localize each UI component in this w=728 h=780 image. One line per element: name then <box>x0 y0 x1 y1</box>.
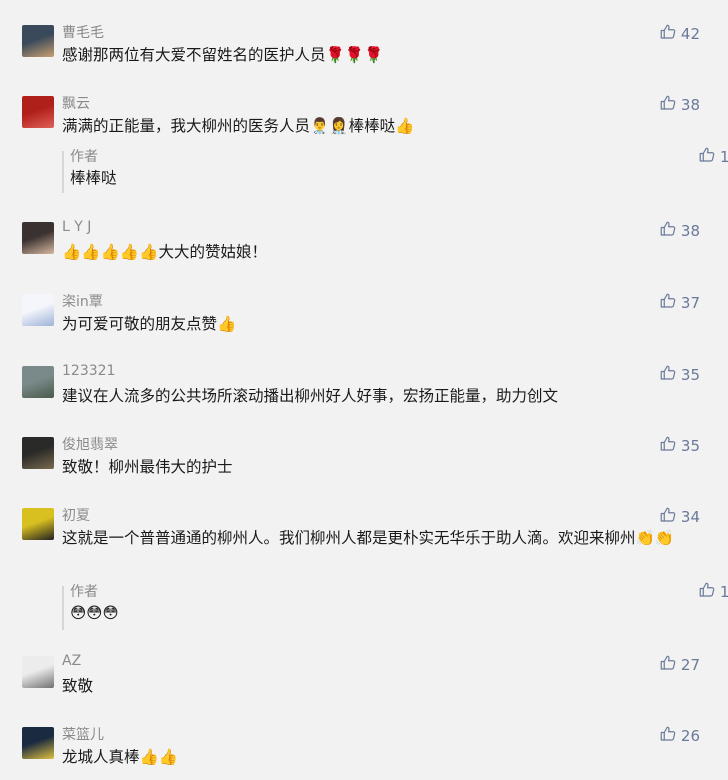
author-reply: 作者 棒棒哒 13 <box>62 147 728 193</box>
comment-text: 致敬 <box>62 677 94 695</box>
like-count: 27 <box>680 656 700 674</box>
comment-author[interactable]: 123321 <box>62 363 115 379</box>
author-reply: 作者 😳😳😳 10 <box>62 582 728 630</box>
avatar[interactable] <box>22 508 54 540</box>
reply-text: 棒棒哒 <box>70 169 117 187</box>
like-button[interactable]: 35 <box>659 364 700 386</box>
comment-text: 致敬！柳州最伟大的护士 <box>62 458 233 476</box>
like-button[interactable]: 38 <box>659 94 700 116</box>
like-count: 13 <box>719 148 728 166</box>
like-count: 35 <box>680 437 700 455</box>
like-button[interactable]: 10 <box>698 581 728 603</box>
thumb-up-icon <box>659 220 677 242</box>
like-button[interactable]: 38 <box>659 220 700 242</box>
comment-list: 曹毛毛 感谢那两位有大爱不留姓名的医护人员🌹🌹🌹 42 飘云 满满的正能量，我大… <box>0 0 728 780</box>
like-button[interactable]: 35 <box>659 435 700 457</box>
thumb-up-icon <box>698 581 716 603</box>
like-count: 38 <box>680 222 700 240</box>
comment-author[interactable]: 曹毛毛 <box>62 22 104 42</box>
thumb-up-icon <box>659 654 677 676</box>
comment-author[interactable]: AZ <box>62 653 81 669</box>
thumb-up-icon <box>659 506 677 528</box>
like-button[interactable]: 37 <box>659 292 700 314</box>
comment-text: 👍👍👍👍👍大大的赞姑娘！ <box>62 243 267 261</box>
like-button[interactable]: 34 <box>659 506 700 528</box>
avatar[interactable] <box>22 294 54 326</box>
like-count: 42 <box>680 25 700 43</box>
comment-author[interactable]: 初夏 <box>62 505 90 525</box>
comment-text: 这就是一个普普通通的柳州人。我们柳州人都是更朴实无华乐于助人滴。欢迎来柳州👏👏 <box>62 529 675 547</box>
comment-text: 满满的正能量，我大柳州的医务人员👨‍⚕️👩‍⚕️棒棒哒👍 <box>62 117 415 135</box>
avatar[interactable] <box>22 222 54 254</box>
like-count: 35 <box>680 366 700 384</box>
like-count: 10 <box>719 583 728 601</box>
comment-text: 建议在人流多的公共场所滚动播出柳州好人好事，宏扬正能量，助力创文 <box>62 387 559 405</box>
avatar[interactable] <box>22 656 54 688</box>
avatar[interactable] <box>22 366 54 398</box>
comment-author[interactable]: 菜篮儿 <box>62 724 104 744</box>
like-button[interactable]: 27 <box>659 654 700 676</box>
thumb-up-icon <box>659 435 677 457</box>
comment-author[interactable]: 栥in覃 <box>62 291 103 311</box>
like-count: 26 <box>680 727 700 745</box>
thumb-up-icon <box>659 292 677 314</box>
thumb-up-icon <box>659 94 677 116</box>
thumb-up-icon <box>659 23 677 45</box>
thumb-up-icon <box>659 364 677 386</box>
like-button[interactable]: 13 <box>698 146 728 168</box>
like-count: 38 <box>680 96 700 114</box>
thumb-up-icon <box>698 146 716 168</box>
like-count: 37 <box>680 294 700 312</box>
avatar[interactable] <box>22 25 54 57</box>
like-button[interactable]: 26 <box>659 725 700 747</box>
reply-author: 作者 <box>70 149 98 165</box>
like-button[interactable]: 42 <box>659 23 700 45</box>
reply-author: 作者 <box>70 584 98 600</box>
comment-text: 为可爱可敬的朋友点赞👍 <box>62 315 237 333</box>
comment-author[interactable]: 俊旭翡翠 <box>62 434 118 454</box>
avatar[interactable] <box>22 96 54 128</box>
comment-text: 感谢那两位有大爱不留姓名的医护人员🌹🌹🌹 <box>62 46 384 64</box>
avatar[interactable] <box>22 727 54 759</box>
comment-text: 龙城人真棒👍👍 <box>62 748 179 766</box>
comment-author[interactable]: 飘云 <box>62 93 90 113</box>
reply-text: 😳😳😳 <box>70 604 119 622</box>
avatar[interactable] <box>22 437 54 469</box>
comment-author[interactable]: L Y J <box>62 219 91 235</box>
thumb-up-icon <box>659 725 677 747</box>
like-count: 34 <box>680 508 700 526</box>
